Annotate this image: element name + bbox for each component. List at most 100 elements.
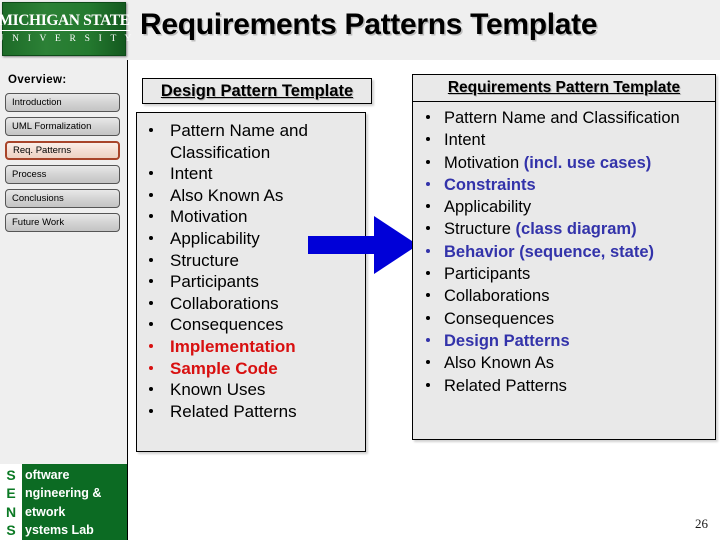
design-pattern-template-header: Design Pattern Template [142, 78, 372, 104]
list-item: Also Known As [413, 352, 715, 374]
requirements-pattern-template-header: Requirements Pattern Template [413, 75, 715, 102]
page-number: 26 [695, 516, 708, 531]
list-item: Intent [413, 129, 715, 151]
list-item-label: Structure [444, 220, 516, 239]
sens-word: ystems Lab [25, 523, 94, 537]
bullet-icon [426, 293, 430, 298]
page-title: Requirements Patterns Template [140, 8, 598, 41]
sidebar-item-label: Process [12, 169, 47, 180]
sidebar-item-label: Introduction [12, 97, 62, 108]
list-item-annotation: (class diagram) [515, 220, 637, 239]
bullet-icon [426, 337, 430, 342]
list-item-label: Related Patterns [444, 376, 567, 395]
list-item: Known Uses [137, 379, 365, 401]
requirements-pattern-template-panel: Requirements Pattern Template Pattern Na… [412, 74, 716, 440]
list-item: Related Patterns [413, 375, 715, 397]
list-item: Pattern Name and Classification [137, 120, 365, 163]
list-item-label: Intent [444, 131, 486, 150]
bullet-icon [149, 300, 153, 305]
bullet-icon [426, 137, 430, 142]
list-item: Also Known As [137, 185, 365, 207]
transformation-arrow [306, 212, 420, 278]
list-item-label: Pattern Name and Classification [170, 121, 308, 162]
sens-initial: S [6, 522, 16, 538]
list-item: Structure (class diagram) [413, 218, 715, 240]
design-pattern-template-title: Design Pattern Template [160, 81, 354, 100]
list-item-label: Consequences [444, 309, 555, 328]
sidebar-item-req-patterns[interactable]: Req. Patterns [5, 141, 120, 160]
msu-logo-line2: U N I V E R S I T Y [0, 34, 135, 44]
sidebar-overview-label: Overview: [8, 74, 67, 86]
list-item-label: Intent [170, 164, 213, 184]
sens-initial: N [5, 503, 17, 520]
bullet-icon [149, 365, 153, 370]
list-item: Pattern Name and Classification [413, 107, 715, 129]
bullet-icon [149, 279, 153, 284]
bullet-icon [149, 343, 153, 348]
list-item-label: Participants [444, 265, 531, 284]
bullet-icon [149, 192, 153, 197]
list-item-label: Motivation [170, 207, 248, 227]
bullet-icon [426, 181, 430, 186]
bullet-icon [149, 171, 153, 176]
list-item: Consequences [137, 314, 365, 336]
header-band: MICHIGAN STATE U N I V E R S I T Y Requi… [0, 0, 720, 60]
msu-logo-line1: MICHIGAN STATE [0, 12, 130, 31]
sens-initials: S E N S [0, 464, 22, 540]
list-item-label: Participants [170, 272, 259, 292]
list-item-label: Behavior (sequence, state) [444, 242, 654, 261]
bullet-icon [149, 128, 153, 132]
sidebar-item-uml-formalization[interactable]: UML Formalization [5, 117, 120, 136]
bullet-icon [426, 382, 430, 387]
list-item-highlighted: Design Patterns [413, 330, 715, 352]
bullet-icon [149, 408, 153, 413]
list-item-label: Design Patterns [444, 331, 570, 350]
list-item-label: Related Patterns [170, 401, 297, 421]
list-item: Related Patterns [137, 401, 365, 423]
list-item: Applicability [413, 196, 715, 218]
requirements-pattern-item-list: Pattern Name and Classification Intent M… [413, 102, 715, 397]
sidebar-item-label: Req. Patterns [13, 145, 72, 156]
list-item-label: Collaborations [444, 287, 550, 306]
bullet-icon [149, 387, 153, 392]
requirements-pattern-template-title: Requirements Pattern Template [447, 79, 681, 96]
msu-logo: MICHIGAN STATE U N I V E R S I T Y [0, 2, 131, 56]
sens-initial: S [6, 466, 16, 483]
list-item: Intent [137, 163, 365, 185]
design-pattern-template-panel: Pattern Name and Classification Intent A… [136, 112, 366, 452]
sens-word: oftware [25, 467, 70, 482]
list-item-label: Structure [170, 250, 239, 270]
list-item-label: Implementation [170, 336, 296, 356]
list-item-label: Known Uses [170, 380, 266, 400]
bullet-icon [426, 226, 430, 231]
bullet-icon [149, 235, 153, 240]
list-item-highlighted: Constraints [413, 174, 715, 196]
list-item-label: Pattern Name and Classification [444, 109, 680, 127]
bullet-icon [426, 115, 430, 119]
bullet-icon [149, 322, 153, 327]
list-item: Motivation (incl. use cases) [413, 152, 715, 174]
list-item-label: Collaborations [170, 293, 279, 313]
sidebar-item-process[interactable]: Process [5, 165, 120, 184]
sens-words: oftware ngineering & etwork ystems Lab [22, 464, 127, 540]
sidebar-item-future-work[interactable]: Future Work [5, 213, 120, 232]
list-item-label: Consequences [170, 315, 284, 335]
sidebar-nav-list: Introduction UML Formalization Req. Patt… [5, 93, 120, 237]
bullet-icon [426, 315, 430, 320]
list-item-highlighted: Sample Code [137, 358, 365, 380]
sens-lab-logo: S E N S oftware ngineering & etwork yste… [0, 464, 127, 540]
list-item-label: Applicability [170, 228, 260, 248]
sidebar-item-label: Conclusions [12, 193, 64, 204]
sidebar-item-conclusions[interactable]: Conclusions [5, 189, 120, 208]
sens-word: etwork [25, 504, 66, 519]
list-item-label: Also Known As [170, 185, 284, 205]
bullet-icon [149, 257, 153, 262]
bullet-icon [426, 248, 430, 253]
list-item: Consequences [413, 308, 715, 330]
list-item-highlighted: Implementation [137, 336, 365, 358]
list-item-label: Sample Code [170, 358, 278, 378]
bullet-icon [426, 159, 430, 164]
list-item-label: Motivation [444, 153, 524, 172]
list-item: Participants [413, 263, 715, 285]
sidebar-item-introduction[interactable]: Introduction [5, 93, 120, 112]
